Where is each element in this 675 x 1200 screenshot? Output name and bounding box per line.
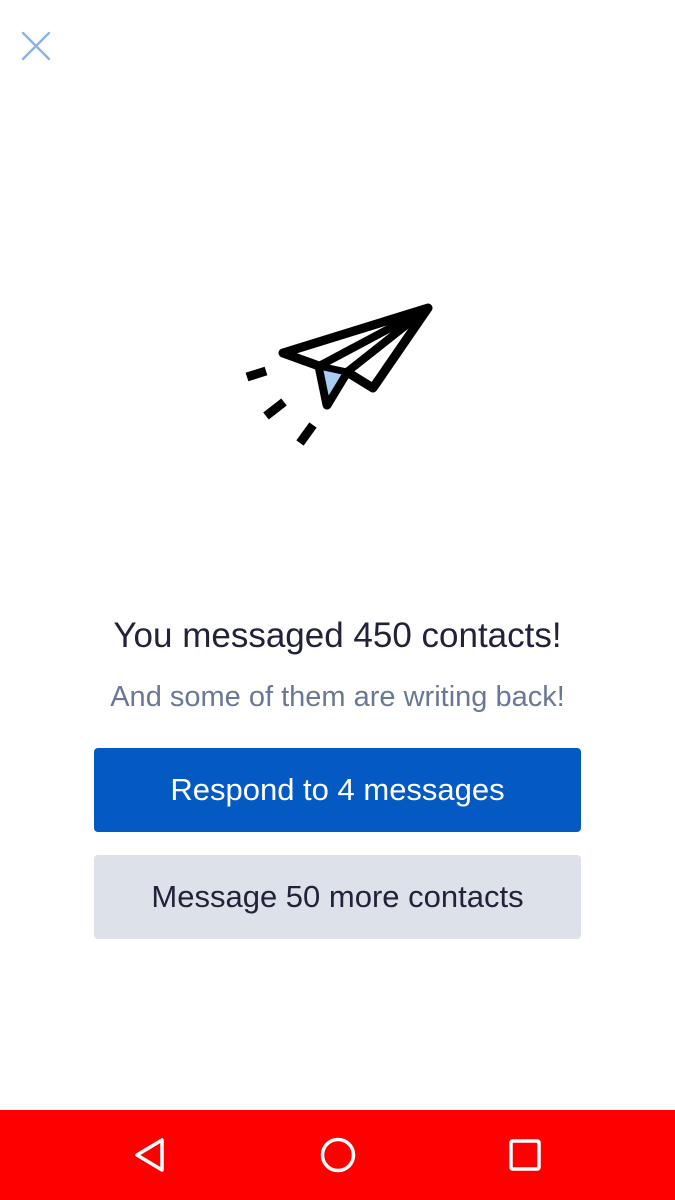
page-subtitle: And some of them are writing back! [110, 681, 565, 713]
home-button[interactable] [293, 1110, 383, 1200]
back-button[interactable] [106, 1110, 196, 1200]
message-more-contacts-button[interactable]: Message 50 more contacts [94, 855, 581, 939]
close-button[interactable] [12, 22, 60, 70]
home-circle-icon [320, 1137, 356, 1173]
android-navigation-bar [0, 1110, 675, 1200]
paper-plane-icon [245, 303, 433, 446]
page-title: You messaged 450 contacts! [113, 616, 562, 655]
recent-apps-square-icon [509, 1139, 541, 1171]
message-success-screen: You messaged 450 contacts! And some of t… [0, 0, 675, 1110]
back-triangle-icon [135, 1138, 164, 1172]
motion-dash-1 [245, 366, 268, 382]
recent-apps-button[interactable] [480, 1110, 570, 1200]
respond-messages-button[interactable]: Respond to 4 messages [94, 748, 581, 832]
close-icon [21, 31, 51, 61]
motion-dash-3 [296, 422, 317, 446]
motion-dash-2 [263, 398, 287, 420]
